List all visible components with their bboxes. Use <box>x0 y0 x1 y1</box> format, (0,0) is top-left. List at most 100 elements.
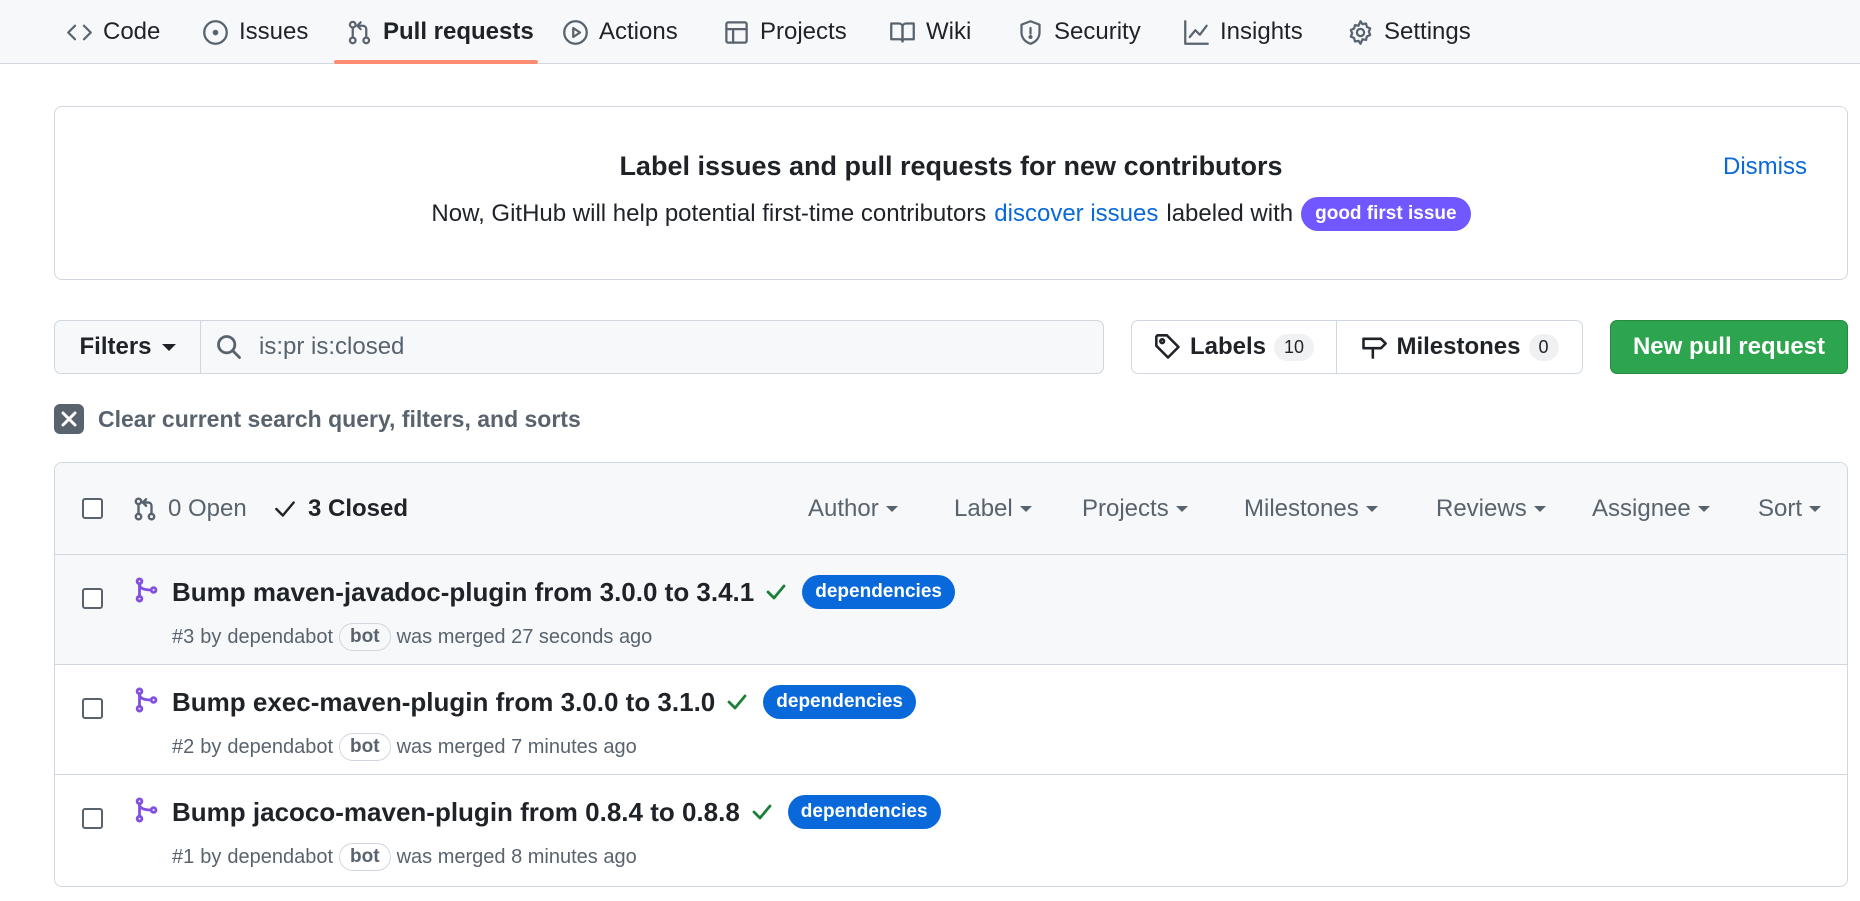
dismiss-link[interactable]: Dismiss <box>1723 153 1807 181</box>
reviews-filter-dropdown[interactable]: Reviews <box>1436 463 1546 555</box>
close-icon <box>54 404 84 434</box>
pull-request-row[interactable]: Bump jacoco-maven-plugin from 0.8.4 to 0… <box>55 775 1847 885</box>
tab-wiki[interactable]: Wiki <box>889 0 971 64</box>
labels-button[interactable]: Labels 10 <box>1132 321 1337 373</box>
filters-dropdown-button[interactable]: Filters <box>55 321 201 373</box>
check-icon[interactable] <box>750 800 774 824</box>
git-merge-icon <box>135 577 158 603</box>
bot-badge: bot <box>339 623 391 651</box>
merged-status: was merged 7 minutes ago <box>396 735 637 758</box>
pull-request-list-header: 0 Open 3 Closed Author Label Projects Mi… <box>55 463 1847 555</box>
projects-filter-dropdown[interactable]: Projects <box>1082 463 1188 555</box>
open-filter-toggle[interactable]: 0 Open <box>132 463 247 555</box>
milestones-count: 0 <box>1528 333 1559 361</box>
pull-request-row[interactable]: Bump exec-maven-plugin from 3.0.0 to 3.1… <box>55 665 1847 775</box>
pull-request-title-link[interactable]: Bump exec-maven-plugin from 3.0.0 to 3.1… <box>172 687 715 718</box>
caret-down-icon <box>1019 506 1032 512</box>
assignee-filter-dropdown[interactable]: Assignee <box>1592 463 1710 555</box>
check-icon[interactable] <box>725 690 749 714</box>
author-filter-dropdown[interactable]: Author <box>808 463 898 555</box>
row-checkbox[interactable] <box>82 698 103 719</box>
repo-nav: Code Issues Pull requests Actions Projec… <box>0 0 1860 64</box>
projects-filter-label: Projects <box>1082 495 1169 522</box>
merged-status: was merged 27 seconds ago <box>396 625 653 648</box>
search-input[interactable]: is:pr is:closed <box>201 321 1103 373</box>
play-icon <box>563 19 588 45</box>
pull-request-title-link[interactable]: Bump maven-javadoc-plugin from 3.0.0 to … <box>172 577 754 608</box>
closed-count-label: 3 Closed <box>308 495 409 522</box>
git-merge-icon <box>135 687 158 713</box>
tab-code-label: Code <box>103 18 161 45</box>
sort-dropdown[interactable]: Sort <box>1758 463 1822 555</box>
tab-actions-label: Actions <box>599 18 678 45</box>
by-text: by <box>200 735 222 758</box>
sort-label: Sort <box>1758 495 1803 522</box>
by-text: by <box>200 625 222 648</box>
git-pull-request-icon <box>134 497 156 521</box>
pull-request-meta: #2 by dependabot bot was merged 7 minute… <box>172 733 637 761</box>
label-filter-dropdown[interactable]: Label <box>954 463 1032 555</box>
tab-projects-label: Projects <box>760 18 847 45</box>
filter-bar: Filters is:pr is:closed <box>54 320 1104 374</box>
milestones-filter-label: Milestones <box>1244 495 1359 522</box>
pull-request-row[interactable]: Bump maven-javadoc-plugin from 3.0.0 to … <box>55 555 1847 665</box>
tab-projects[interactable]: Projects <box>723 0 847 64</box>
author-link[interactable]: dependabot <box>227 626 333 649</box>
tab-settings[interactable]: Settings <box>1347 0 1471 64</box>
tab-settings-label: Settings <box>1384 18 1471 45</box>
author-link[interactable]: dependabot <box>227 736 333 759</box>
assignee-filter-label: Assignee <box>1592 495 1691 522</box>
select-all-checkbox[interactable] <box>82 498 103 519</box>
author-link[interactable]: dependabot <box>227 846 333 869</box>
check-icon[interactable] <box>764 580 788 604</box>
tab-pull-requests-label: Pull requests <box>383 18 534 45</box>
dependencies-label[interactable]: dependencies <box>802 575 955 609</box>
tab-insights[interactable]: Insights <box>1183 0 1303 64</box>
code-icon <box>67 24 92 40</box>
milestones-label: Milestones <box>1396 333 1521 360</box>
graph-icon <box>1184 19 1209 45</box>
caret-down-icon <box>885 506 898 512</box>
good-first-issue-label[interactable]: good first issue <box>1301 197 1471 231</box>
closed-filter-toggle[interactable]: 3 Closed <box>272 463 408 555</box>
clear-search-query[interactable]: Clear current search query, filters, and… <box>54 404 581 434</box>
git-pull-request-icon <box>348 20 371 44</box>
search-input-value: is:pr is:closed <box>259 333 405 360</box>
pull-request-number: #2 <box>172 735 195 758</box>
pull-request-meta: #3 by dependabot bot was merged 27 secon… <box>172 623 652 651</box>
tab-issues[interactable]: Issues <box>202 0 308 64</box>
labels-count: 10 <box>1274 333 1315 361</box>
tab-security[interactable]: Security <box>1017 0 1141 64</box>
milestone-icon <box>1362 337 1388 359</box>
active-tab-underline <box>334 60 538 64</box>
new-contributor-banner: Label issues and pull requests for new c… <box>54 106 1848 280</box>
dependencies-label[interactable]: dependencies <box>763 685 916 719</box>
milestones-button[interactable]: Milestones 0 <box>1337 321 1582 373</box>
dependencies-label[interactable]: dependencies <box>787 795 941 829</box>
clear-search-label: Clear current search query, filters, and… <box>98 405 581 432</box>
labels-label: Labels <box>1189 333 1266 360</box>
banner-desc-suffix: labeled with <box>1166 200 1294 227</box>
tab-code[interactable]: Code <box>66 0 160 64</box>
pull-request-title-link[interactable]: Bump jacoco-maven-plugin from 0.8.4 to 0… <box>172 797 740 828</box>
row-checkbox[interactable] <box>82 808 103 829</box>
check-icon <box>275 501 295 517</box>
table-icon <box>725 20 748 44</box>
pull-request-title-line: Bump exec-maven-plugin from 3.0.0 to 3.1… <box>172 685 916 719</box>
pull-request-number: #3 <box>172 625 195 648</box>
tab-actions[interactable]: Actions <box>562 0 678 64</box>
row-checkbox[interactable] <box>82 588 103 609</box>
bot-badge: bot <box>339 733 391 761</box>
pull-request-meta: #1 by dependabot bot was merged 8 minute… <box>172 843 637 871</box>
discover-issues-link[interactable]: discover issues <box>994 200 1158 228</box>
open-count-label: 0 Open <box>168 495 247 522</box>
tab-pull-requests[interactable]: Pull requests <box>346 0 534 64</box>
tab-issues-label: Issues <box>239 18 309 45</box>
pull-request-title-line: Bump jacoco-maven-plugin from 0.8.4 to 0… <box>172 795 941 829</box>
caret-down-icon <box>1365 506 1378 512</box>
milestones-filter-dropdown[interactable]: Milestones <box>1244 463 1378 555</box>
tag-icon <box>1155 334 1180 359</box>
new-pull-request-button[interactable]: New pull request <box>1610 320 1848 374</box>
labels-milestones-group: Labels 10 Milestones 0 <box>1131 320 1583 374</box>
caret-down-icon <box>1533 506 1546 512</box>
